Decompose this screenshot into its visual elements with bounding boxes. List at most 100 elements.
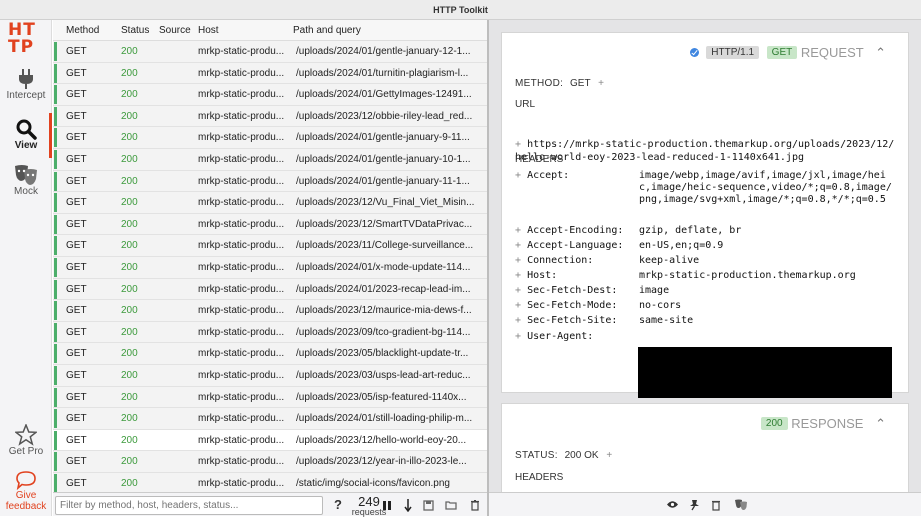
request-card: HTTP/1.1 GET REQUEST ⌃ METHOD: GET + URL… [501, 32, 909, 398]
row-host: mrkp-static-produ... [198, 456, 285, 468]
expand-icon[interactable]: + [515, 315, 521, 326]
table-row[interactable]: GET 200 mrkp-static-produ... /uploads/2023/… [53, 364, 487, 387]
column-status[interactable]: Status [121, 25, 149, 36]
column-method[interactable]: Method [66, 25, 99, 36]
table-row[interactable]: GET 200 mrkp-static-produ... /uploads/2023/… [53, 235, 487, 257]
eye-icon[interactable] [666, 500, 679, 509]
row-status: 200 [121, 175, 138, 187]
nav-view[interactable]: View [0, 118, 52, 151]
row-path: /uploads/2024/01/gentle-january-11-1... [296, 175, 470, 187]
table-row[interactable]: GET 200 mrkp-static-produ... /uploads/2023/… [53, 386, 487, 409]
expand-icon[interactable]: + [598, 78, 604, 89]
request-rows: GET 200 mrkp-static-produ... /uploads/2024/… [53, 41, 487, 495]
row-host: mrkp-static-produ... [198, 369, 285, 381]
table-row[interactable]: GET 200 mrkp-static-produ... /uploads/2023/… [53, 105, 487, 128]
table-row[interactable]: GET 200 mrkp-static-produ... /uploads/2024/… [53, 408, 487, 430]
row-method: GET [66, 413, 87, 425]
status-indicator [54, 214, 57, 234]
row-status: 200 [121, 46, 138, 57]
filter-input[interactable] [55, 496, 323, 515]
expand-icon[interactable]: + [515, 255, 521, 266]
collapse-icon[interactable]: ⌃ [875, 416, 886, 431]
row-status: 200 [121, 89, 138, 101]
expand-icon[interactable]: + [515, 331, 521, 342]
row-path: /uploads/2023/03/usps-lead-art-reduc... [296, 369, 471, 381]
table-row[interactable]: GET 200 mrkp-static-produ... /uploads/2024/… [53, 148, 487, 171]
table-row[interactable]: GET 200 mrkp-static-produ... /uploads/2023/… [53, 321, 487, 344]
column-path[interactable]: Path and query [293, 25, 361, 36]
header-value: keep-alive [639, 255, 700, 266]
nav-get-pro[interactable]: Get Pro [0, 424, 52, 457]
row-host: mrkp-static-produ... [198, 218, 285, 230]
expand-icon[interactable]: + [515, 240, 521, 251]
row-status: 200 [121, 477, 138, 489]
save-icon[interactable] [423, 500, 434, 511]
expand-icon[interactable]: + [515, 270, 521, 281]
table-row[interactable]: GET 200 mrkp-static-produ... /uploads/2024/… [53, 256, 487, 279]
details-footer [489, 492, 921, 516]
row-path: /uploads/2024/01/GettyImages-12491... [296, 89, 472, 101]
theater-masks-icon [15, 165, 37, 185]
url-label: URL [515, 99, 536, 110]
nav-mock[interactable]: Mock [0, 164, 52, 197]
table-row[interactable]: GET 200 mrkp-static-produ... /uploads/2024/… [53, 41, 487, 63]
row-status: 200 [121, 218, 138, 230]
headers-label: HEADERS [515, 154, 564, 165]
expand-icon[interactable]: + [515, 170, 521, 181]
trash-icon[interactable] [470, 499, 480, 511]
row-method: GET [66, 434, 87, 446]
row-host: mrkp-static-produ... [198, 391, 285, 403]
expand-icon[interactable]: + [515, 225, 521, 236]
row-host: mrkp-static-produ... [198, 326, 285, 338]
column-host[interactable]: Host [198, 25, 219, 36]
table-row[interactable]: GET 200 mrkp-static-produ... /uploads/2024/… [53, 62, 487, 85]
table-row[interactable]: GET 200 mrkp-static-produ... /uploads/2023/… [53, 429, 487, 452]
row-method: GET [66, 348, 87, 360]
expand-icon[interactable]: + [515, 139, 521, 150]
star-icon [15, 424, 37, 446]
row-path: /uploads/2024/01/gentle-january-10-1... [296, 153, 471, 165]
pause-icon[interactable] [382, 500, 392, 511]
row-path: /uploads/2024/01/2023-recap-lead-im... [296, 283, 471, 295]
table-row[interactable]: GET 200 mrkp-static-produ... /uploads/2023/… [53, 451, 487, 473]
table-row[interactable]: GET 200 mrkp-static-produ... /uploads/2024/… [53, 278, 487, 301]
row-method: GET [66, 283, 87, 295]
row-method: GET [66, 477, 87, 489]
row-path: /uploads/2023/12/year-in-illo-2023-le... [296, 456, 467, 468]
row-status: 200 [121, 305, 138, 317]
row-method: GET [66, 326, 87, 338]
row-method: GET [66, 369, 87, 381]
details-pane: HTTP/1.1 GET REQUEST ⌃ METHOD: GET + URL… [489, 20, 921, 503]
table-row[interactable]: GET 200 mrkp-static-produ... /uploads/2023/… [53, 192, 487, 214]
row-path: /uploads/2023/12/SmartTVDataPrivac... [296, 218, 473, 230]
nav-intercept[interactable]: Intercept [0, 68, 52, 101]
expand-icon[interactable]: + [515, 285, 521, 296]
pin-icon[interactable] [689, 499, 700, 511]
row-method: GET [66, 67, 87, 79]
row-status: 200 [121, 153, 138, 165]
expand-icon[interactable]: + [515, 300, 521, 311]
row-path: /uploads/2023/12/obbie-riley-lead_red... [296, 110, 473, 122]
table-row[interactable]: GET 200 mrkp-static-produ... /uploads/2023/… [53, 213, 487, 236]
row-host: mrkp-static-produ... [198, 67, 285, 79]
request-card-header[interactable]: HTTP/1.1 GET REQUEST ⌃ [689, 45, 886, 61]
table-row[interactable]: GET 200 mrkp-static-produ... /uploads/2024/… [53, 127, 487, 149]
nav-feedback[interactable]: Give feedback [0, 470, 52, 512]
mock-icon[interactable] [734, 499, 748, 511]
collapse-icon[interactable]: ⌃ [875, 45, 886, 60]
folder-open-icon[interactable] [445, 500, 457, 510]
row-status: 200 [121, 67, 138, 79]
header-value: en-US,en;q=0.9 [639, 240, 724, 251]
column-source[interactable]: Source [159, 25, 191, 36]
status-indicator [54, 344, 57, 364]
trash-icon[interactable] [711, 499, 721, 511]
table-row[interactable]: GET 200 mrkp-static-produ... /uploads/2024/… [53, 84, 487, 106]
table-row[interactable]: GET 200 mrkp-static-produ... /uploads/2023/… [53, 300, 487, 322]
method-badge: GET [766, 46, 798, 59]
response-card-header[interactable]: 200 RESPONSE ⌃ [757, 416, 886, 432]
table-row[interactable]: GET 200 mrkp-static-produ... /uploads/2023/… [53, 343, 487, 365]
scroll-down-icon[interactable] [404, 499, 412, 512]
row-status: 200 [121, 326, 138, 338]
expand-icon[interactable]: + [606, 450, 612, 461]
table-row[interactable]: GET 200 mrkp-static-produ... /uploads/2024/… [53, 170, 487, 193]
